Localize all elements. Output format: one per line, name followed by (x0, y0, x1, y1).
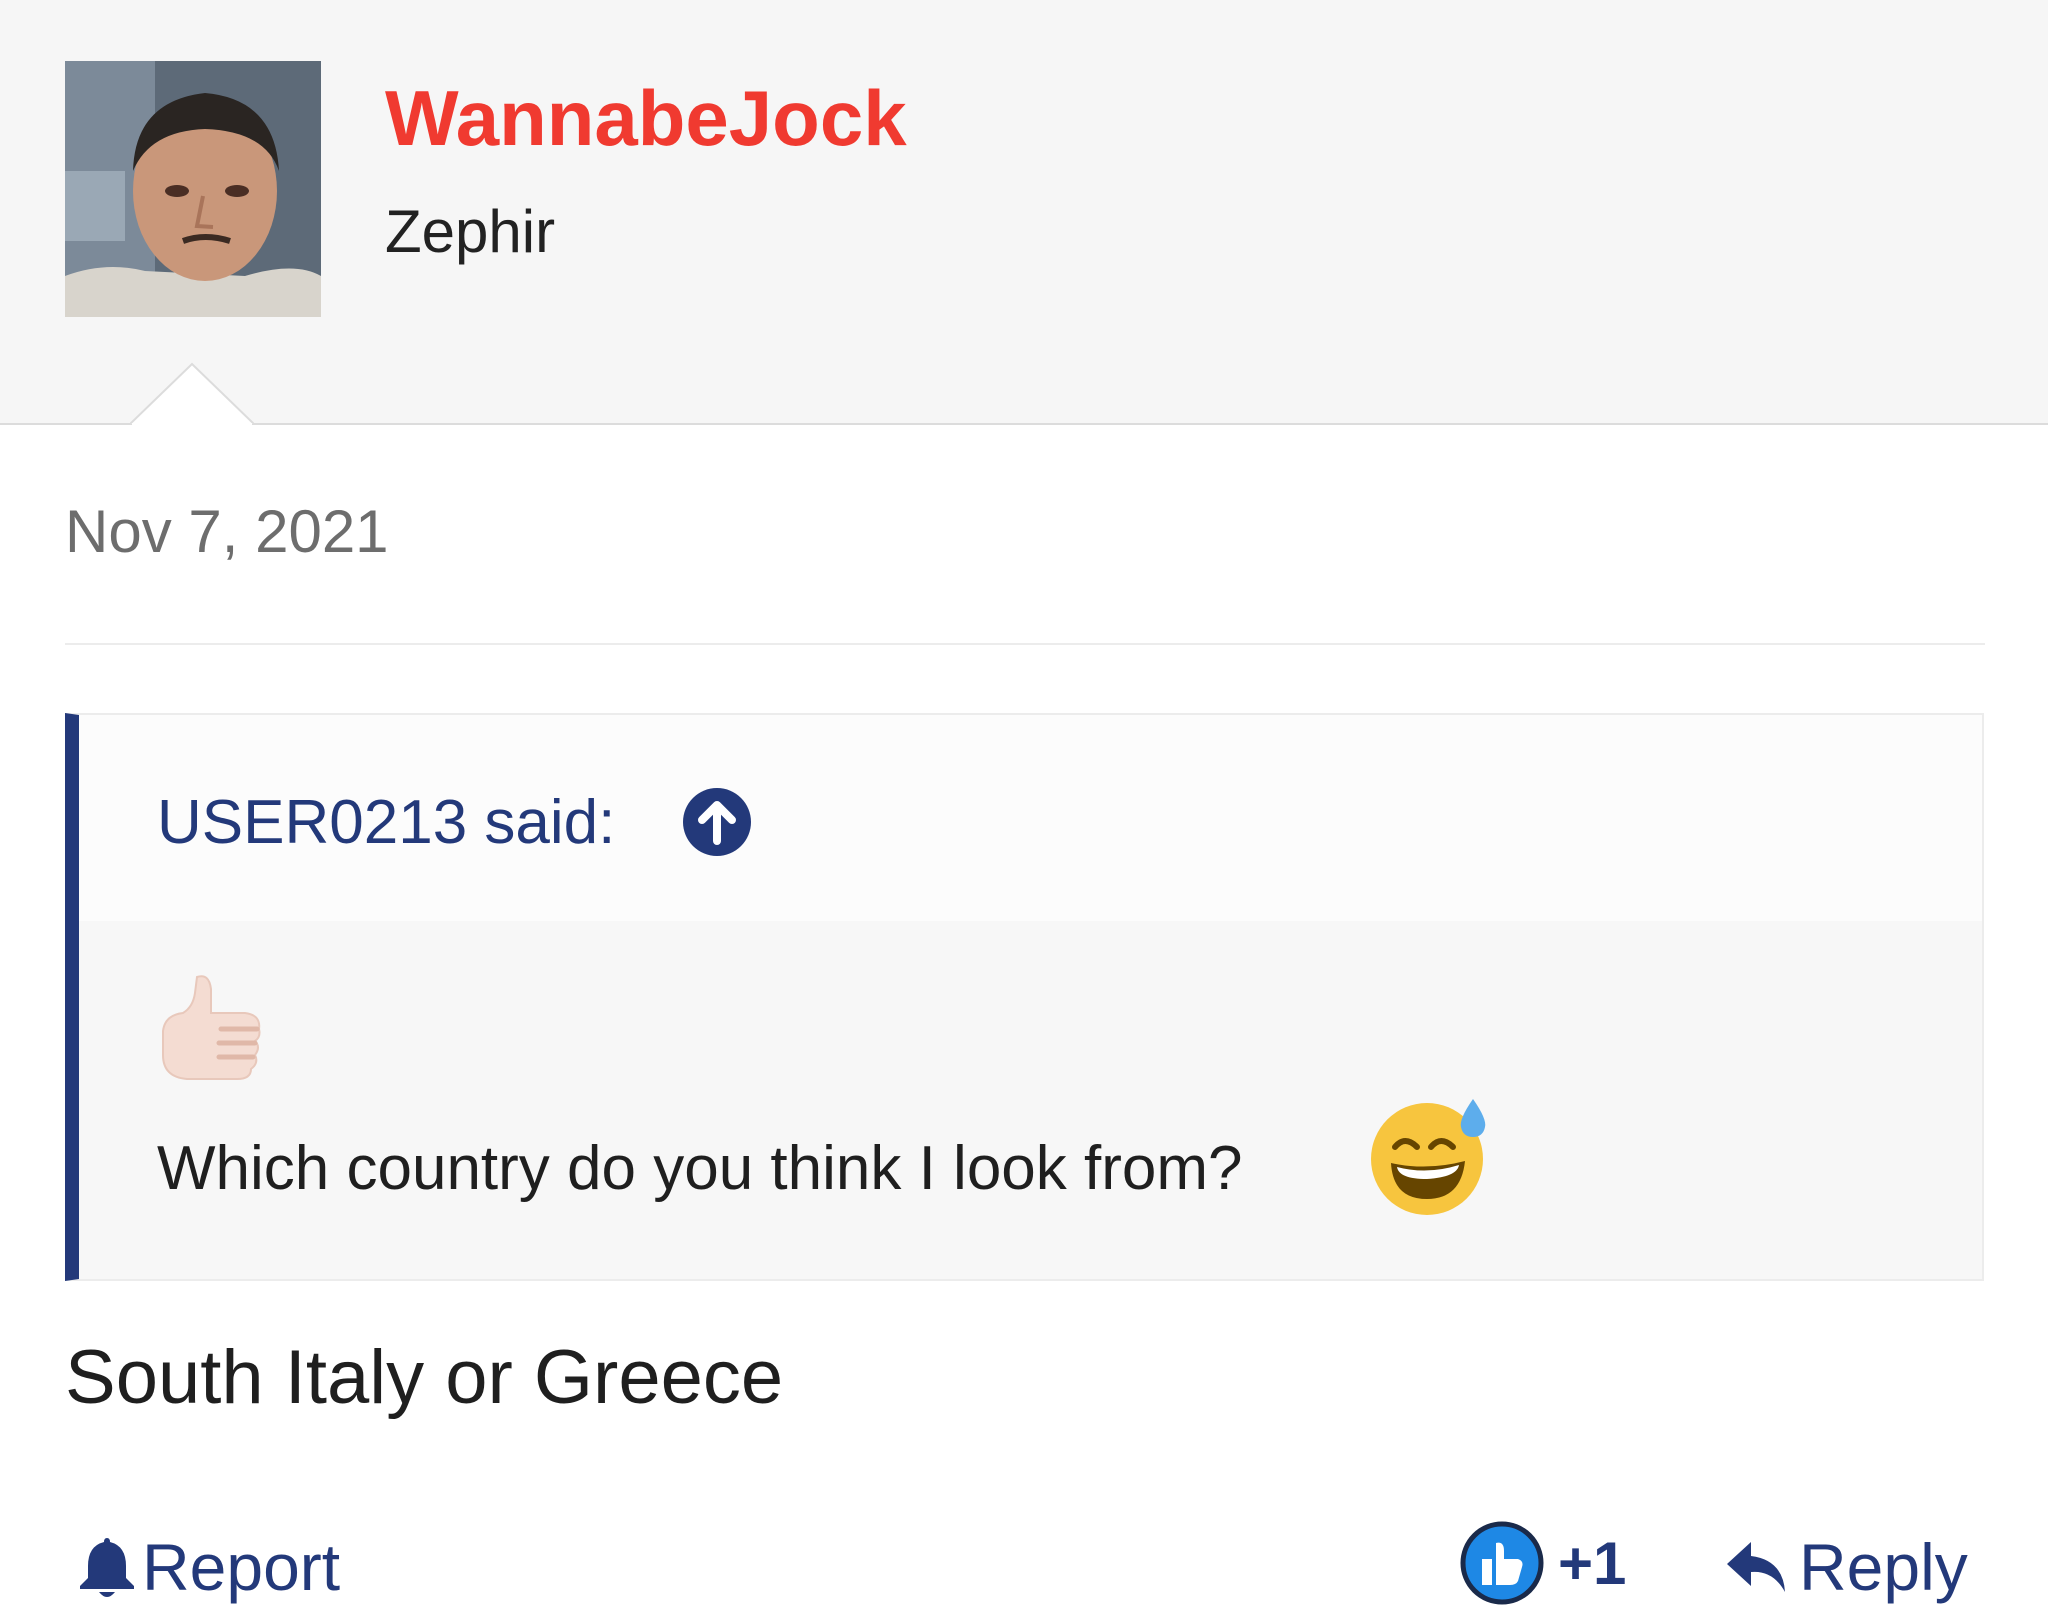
report-button[interactable]: Report (78, 1522, 340, 1612)
quote-author-link[interactable]: USER0213 said: (157, 783, 615, 863)
author-title: Zephir (385, 198, 556, 265)
quote-header: USER0213 said: (79, 715, 1982, 921)
author-username[interactable]: WannabeJock (385, 70, 907, 166)
reply-button[interactable]: Reply (1725, 1522, 1968, 1612)
divider (65, 643, 1985, 645)
report-label: Report (142, 1530, 341, 1604)
user-avatar[interactable] (65, 61, 321, 317)
thumbs-up-emoji-icon (162, 975, 261, 1080)
forum-post: WannabeJock Zephir Nov 7, 2021 USER0213 … (0, 0, 2048, 1624)
reply-label: Reply (1799, 1530, 1968, 1604)
post-header: WannabeJock Zephir (0, 0, 2048, 426)
avatar-photo-icon (65, 61, 321, 317)
quote-block: USER0213 said: Which country do you thin… (65, 713, 1984, 1281)
grinning-sweat-emoji-icon (1371, 1099, 1486, 1215)
arrow-up-circle-icon[interactable] (682, 787, 752, 857)
post-date[interactable]: Nov 7, 2021 (65, 492, 389, 572)
like-button[interactable]: +1 (1460, 1518, 1626, 1608)
quote-text: Which country do you think I look from? (157, 1134, 1243, 1203)
header-pointer-arrow (130, 362, 254, 426)
reply-arrow-icon (1727, 1542, 1785, 1592)
thumbs-up-badge-icon (1460, 1521, 1544, 1605)
bell-icon (80, 1538, 134, 1597)
post-body-text: South Italy or Greece (65, 1335, 784, 1420)
like-count: +1 (1558, 1529, 1627, 1597)
